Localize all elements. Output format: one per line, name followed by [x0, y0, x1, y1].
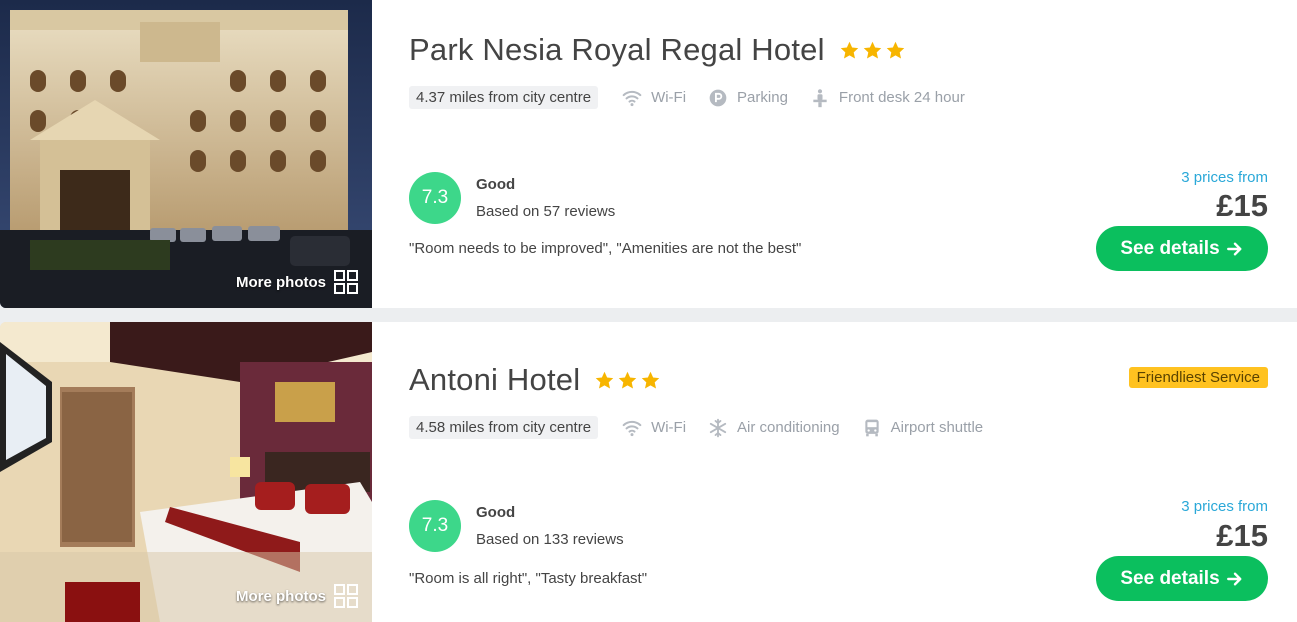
- grid-icon: [334, 270, 358, 294]
- hotel-name[interactable]: Antoni Hotel: [409, 362, 580, 398]
- more-photos-label: More photos: [236, 273, 326, 291]
- amenity-wifi: Wi-Fi: [622, 418, 686, 438]
- front-desk-icon: [813, 88, 827, 107]
- star-icon: [596, 371, 614, 388]
- amenity-label: Airport shuttle: [890, 419, 984, 436]
- hotel-card[interactable]: More photos Antoni Hotel Friendliest Ser…: [0, 322, 1297, 622]
- wifi-icon: [622, 420, 642, 436]
- review-count[interactable]: Based on 57 reviews: [476, 203, 615, 220]
- grid-icon: [334, 584, 358, 608]
- rating-block: 7.3 Good Based on 133 reviews: [409, 500, 624, 552]
- review-quotes: "Room needs to be improved", "Amenities …: [409, 240, 802, 257]
- amenity-label: Air conditioning: [737, 419, 840, 436]
- price: £15: [1216, 518, 1268, 553]
- price: £15: [1216, 188, 1268, 223]
- hotel-exterior-image: [0, 0, 372, 308]
- amenity-label: Wi-Fi: [651, 419, 687, 436]
- prices-from-link[interactable]: 3 prices from: [1181, 169, 1268, 186]
- score-badge: 7.3: [409, 500, 461, 552]
- star-icon: [886, 41, 904, 58]
- hotel-name-row: Park Nesia Royal Regal Hotel: [409, 32, 906, 68]
- star-icon: [863, 41, 881, 58]
- wifi-icon: [622, 90, 642, 106]
- hotel-photo[interactable]: More photos: [0, 322, 372, 622]
- shuttle-icon: [864, 419, 879, 436]
- hotel-name[interactable]: Park Nesia Royal Regal Hotel: [409, 32, 825, 68]
- see-details-label: See details: [1120, 237, 1220, 259]
- rating-block: 7.3 Good Based on 57 reviews: [409, 172, 615, 224]
- info-row: 4.58 miles from city centre Wi-Fi Air co…: [409, 416, 1005, 439]
- arrow-right-icon: [1226, 572, 1242, 585]
- hotel-name-row: Antoni Hotel: [409, 362, 661, 398]
- amenity-air-conditioning: Air conditioning: [708, 418, 840, 438]
- amenity-wifi: Wi-Fi: [622, 88, 686, 108]
- amenity-label: Wi-Fi: [651, 89, 687, 106]
- amenity-airport-shuttle: Airport shuttle: [862, 418, 984, 438]
- see-details-button[interactable]: See details: [1096, 226, 1268, 271]
- score-badge: 7.3: [409, 172, 461, 224]
- award-badge: Friendliest Service: [1128, 367, 1268, 388]
- rating-label: Good: [476, 504, 516, 521]
- star-icon: [642, 371, 660, 388]
- more-photos-link[interactable]: More photos: [236, 584, 358, 608]
- hotel-card[interactable]: More photos Park Nesia Royal Regal Hotel…: [0, 0, 1297, 308]
- hotel-room-image: [0, 322, 372, 622]
- more-photos-link[interactable]: More photos: [236, 270, 358, 294]
- hotel-photo[interactable]: More photos: [0, 0, 372, 308]
- amenity-parking: Parking: [708, 88, 788, 108]
- amenity-label: Front desk 24 hour: [838, 89, 965, 106]
- distance-tag: 4.37 miles from city centre: [409, 86, 599, 109]
- parking-icon: [709, 89, 727, 106]
- more-photos-label: More photos: [236, 587, 326, 605]
- star-icon: [619, 371, 637, 388]
- amenity-label: Parking: [737, 89, 788, 106]
- amenity-front-desk: Front desk 24 hour: [810, 88, 965, 108]
- see-details-button[interactable]: See details: [1096, 556, 1268, 601]
- star-rating: [839, 40, 906, 61]
- star-rating: [594, 370, 661, 391]
- review-quotes: "Room is all right", "Tasty breakfast": [409, 570, 648, 587]
- rating-label: Good: [476, 176, 516, 193]
- see-details-label: See details: [1120, 567, 1220, 589]
- arrow-right-icon: [1226, 242, 1242, 255]
- snowflake-icon: [709, 418, 727, 437]
- prices-from-link[interactable]: 3 prices from: [1181, 498, 1268, 515]
- star-icon: [840, 41, 858, 58]
- distance-tag: 4.58 miles from city centre: [409, 416, 599, 439]
- review-count[interactable]: Based on 133 reviews: [476, 531, 624, 548]
- info-row: 4.37 miles from city centre Wi-Fi Parkin…: [409, 86, 987, 109]
